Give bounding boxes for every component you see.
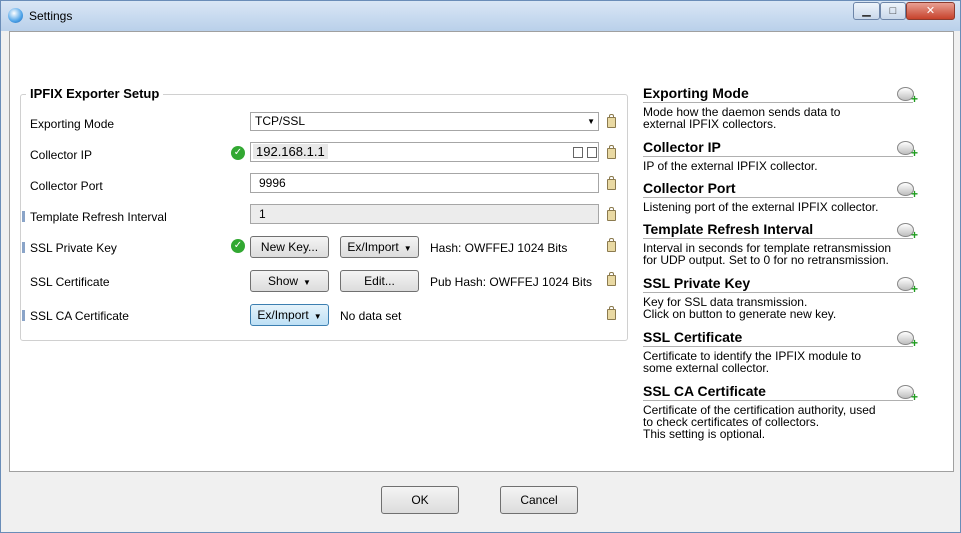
row-marker [22, 211, 25, 222]
lock-icon[interactable] [607, 238, 616, 252]
help-desc-exporting-mode: Mode how the daemon sends data to extern… [643, 105, 841, 131]
help-heading-collector-port: Collector Port [643, 180, 736, 196]
chevron-down-icon: ▼ [313, 312, 322, 321]
show-certificate-button[interactable]: Show ▼ [250, 270, 329, 292]
private-key-hash: Hash: OWFFEJ 1024 Bits [430, 241, 568, 255]
help-desc-ssl-certificate: Certificate to identify the IPFIX module… [643, 349, 862, 375]
collector-ip-input[interactable]: 192.168.1.1 [250, 142, 599, 162]
help-add-icon[interactable] [897, 331, 918, 350]
private-key-ex-import-label: Ex/Import [347, 240, 399, 254]
row-marker [22, 242, 25, 253]
help-add-icon[interactable] [897, 87, 918, 106]
cancel-button[interactable]: Cancel [500, 486, 578, 514]
collector-ip-value: 192.168.1.1 [253, 144, 328, 159]
ca-ex-import-button[interactable]: Ex/Import ▼ [250, 304, 329, 326]
help-desc-collector-ip: IP of the external IPFIX collector. [643, 159, 818, 173]
exporting-mode-select[interactable]: TCP/SSL ▼ [250, 112, 599, 131]
ca-ex-import-label: Ex/Import [257, 308, 309, 322]
help-heading-template-refresh: Template Refresh Interval [643, 221, 814, 237]
minus-icon[interactable] [587, 147, 597, 158]
ok-button[interactable]: OK [381, 486, 459, 514]
ssl-certificate-label: SSL Certificate [30, 275, 110, 289]
window-title: Settings [29, 9, 73, 23]
save-icon[interactable] [573, 147, 583, 158]
help-add-icon[interactable] [897, 385, 918, 404]
help-add-icon[interactable] [897, 141, 918, 160]
private-key-ex-import-button[interactable]: Ex/Import ▼ [340, 236, 419, 258]
help-heading-ssl-ca-certificate: SSL CA Certificate [643, 383, 766, 399]
help-add-icon[interactable] [897, 223, 918, 242]
template-refresh-label: Template Refresh Interval [30, 210, 167, 224]
lock-icon[interactable] [607, 114, 616, 128]
help-desc-ssl-ca-certificate: Certificate of the certification authori… [643, 403, 876, 441]
minimize-button[interactable]: ▁ [853, 2, 880, 20]
divider [643, 346, 913, 347]
help-desc-ssl-private-key: Key for SSL data transmission. Click on … [643, 295, 837, 321]
divider [643, 400, 913, 401]
chevron-down-icon: ▼ [587, 117, 595, 126]
divider [643, 102, 913, 103]
title-bar[interactable]: Settings ▁ □ ✕ [1, 1, 960, 31]
help-heading-collector-ip: Collector IP [643, 139, 721, 155]
chevron-down-icon: ▼ [403, 244, 412, 253]
close-button[interactable]: ✕ [906, 2, 955, 20]
chevron-down-icon: ▼ [303, 278, 311, 287]
help-desc-collector-port: Listening port of the external IPFIX col… [643, 200, 879, 214]
collector-port-input[interactable]: 9996 [250, 173, 599, 193]
divider [643, 238, 913, 239]
check-icon: ✓ [231, 239, 245, 253]
collector-ip-label: Collector IP [30, 148, 93, 162]
row-marker [22, 310, 25, 321]
check-icon: ✓ [231, 146, 245, 160]
app-icon [8, 8, 23, 23]
ca-cert-status: No data set [340, 309, 402, 323]
lock-icon[interactable] [607, 176, 616, 190]
help-heading-ssl-private-key: SSL Private Key [643, 275, 751, 291]
template-refresh-input[interactable]: 1 [250, 204, 599, 224]
maximize-button[interactable]: □ [880, 2, 906, 20]
certificate-pub-hash: Pub Hash: OWFFEJ 1024 Bits [430, 275, 593, 289]
dialog-footer [9, 472, 954, 528]
help-heading-exporting-mode: Exporting Mode [643, 85, 749, 101]
help-desc-template-refresh: Interval in seconds for template retrans… [643, 241, 892, 267]
new-key-button[interactable]: New Key... [250, 236, 329, 258]
help-heading-ssl-certificate: SSL Certificate [643, 329, 743, 345]
divider [643, 156, 913, 157]
lock-icon[interactable] [607, 306, 616, 320]
lock-icon[interactable] [607, 145, 616, 159]
divider [643, 197, 913, 198]
collector-port-label: Collector Port [30, 179, 103, 193]
divider [643, 292, 913, 293]
ssl-private-key-label: SSL Private Key [30, 241, 117, 255]
ssl-ca-certificate-label: SSL CA Certificate [30, 309, 129, 323]
exporting-mode-label: Exporting Mode [30, 117, 115, 131]
show-certificate-label: Show [268, 274, 299, 288]
lock-icon[interactable] [607, 207, 616, 221]
group-title: IPFIX Exporter Setup [26, 86, 164, 101]
help-add-icon[interactable] [897, 182, 918, 201]
exporting-mode-value: TCP/SSL [255, 114, 306, 128]
edit-certificate-button[interactable]: Edit... [340, 270, 419, 292]
lock-icon[interactable] [607, 272, 616, 286]
help-add-icon[interactable] [897, 277, 918, 296]
